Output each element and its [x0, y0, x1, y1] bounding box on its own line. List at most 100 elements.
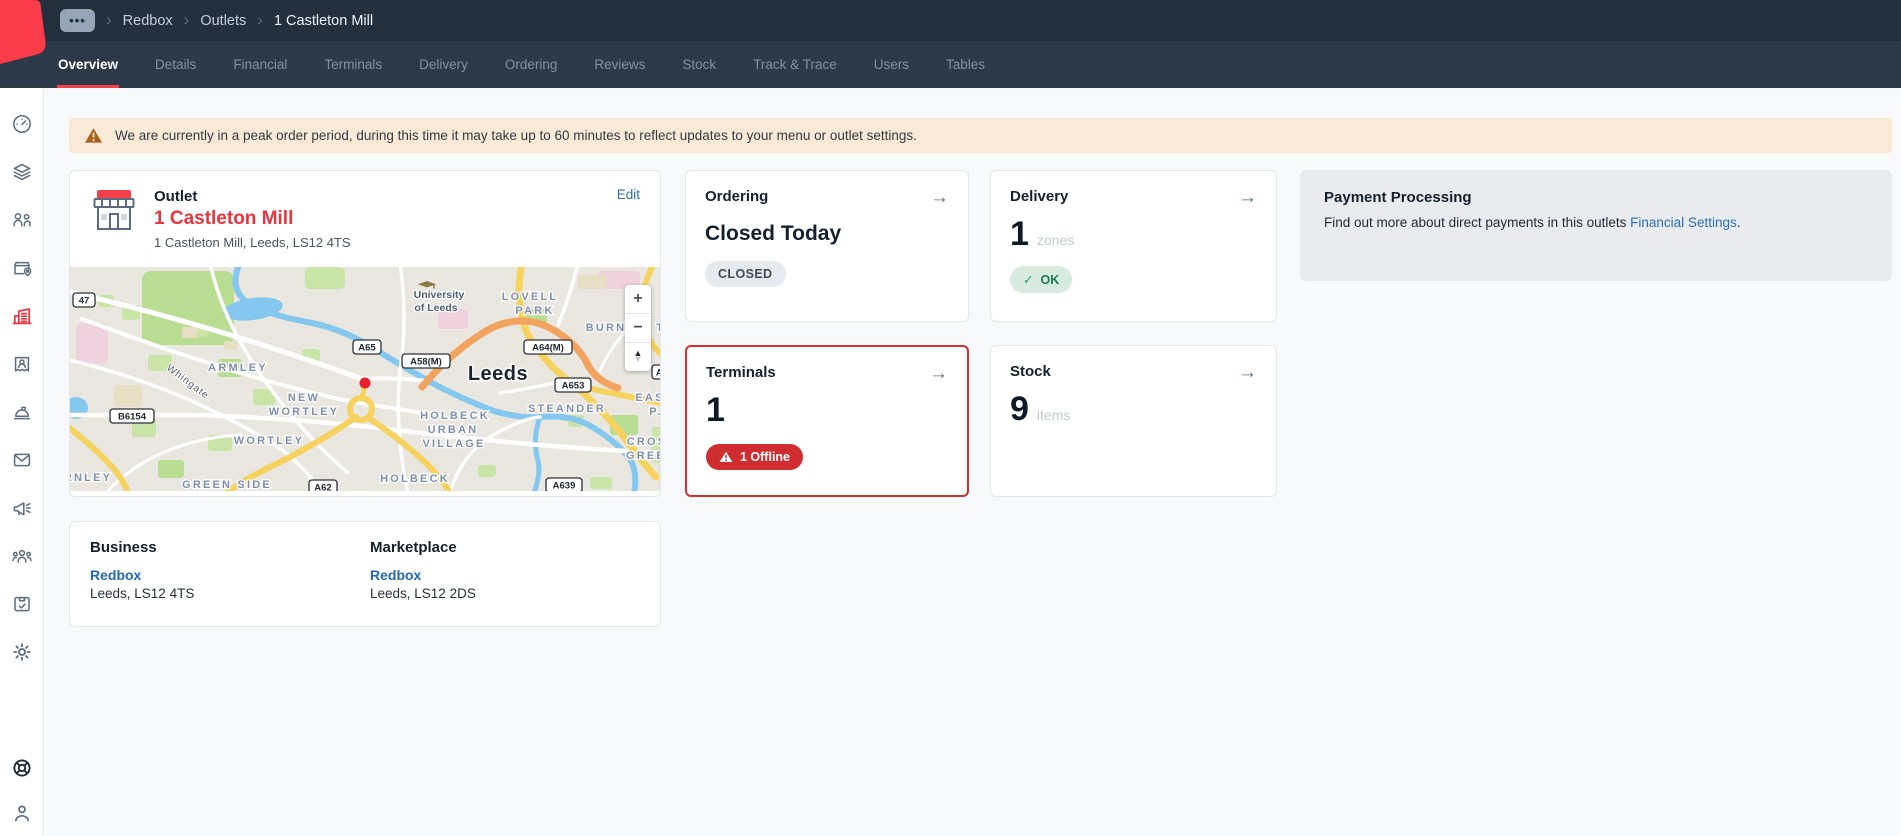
- arrow-right-icon[interactable]: →: [929, 364, 948, 383]
- outlet-tabbar: Overview Details Financial Terminals Del…: [0, 41, 1901, 88]
- stock-card[interactable]: Stock → 9 items: [990, 345, 1277, 497]
- tab-ordering[interactable]: Ordering: [505, 41, 558, 88]
- tab-stock[interactable]: Stock: [682, 41, 716, 88]
- tab-track-trace[interactable]: Track & Trace: [753, 41, 837, 88]
- breadcrumb-menu-button[interactable]: •••: [60, 9, 95, 32]
- svg-text:A639: A639: [553, 481, 576, 492]
- ordering-title: Ordering: [705, 188, 768, 205]
- stock-count: 9: [1010, 391, 1029, 428]
- marketplace-address: Leeds, LS12 2DS: [370, 586, 640, 601]
- business-title: Business: [90, 539, 370, 556]
- business-address: Leeds, LS12 4TS: [90, 586, 370, 601]
- help-lifebuoy-icon[interactable]: [11, 757, 33, 779]
- map-zoom-controls: + − ▲▼: [625, 285, 651, 371]
- svg-text:Leeds: Leeds: [468, 363, 528, 385]
- breadcrumb-current-outlet: 1 Castleton Mill: [274, 13, 373, 29]
- financial-settings-link[interactable]: Financial Settings: [1630, 215, 1737, 230]
- terminals-card[interactable]: Terminals → 1 1 Offline: [685, 345, 969, 497]
- ordering-card[interactable]: Ordering → Closed Today CLOSED: [685, 170, 969, 322]
- marketing-megaphone-icon[interactable]: [11, 497, 33, 519]
- svg-text:A65: A65: [358, 343, 376, 354]
- delivery-zones-unit: zones: [1037, 232, 1074, 248]
- breadcrumb-redbox[interactable]: Redbox: [123, 13, 173, 29]
- dashboard-icon[interactable]: [11, 113, 33, 135]
- map-compass-button[interactable]: ▲▼: [625, 342, 651, 371]
- banner-text: We are currently in a peak order period,…: [115, 128, 917, 143]
- delivery-zones-count: 1: [1010, 216, 1029, 253]
- marketplace-title: Marketplace: [370, 539, 640, 556]
- svg-text:STEANDER: STEANDER: [528, 403, 606, 415]
- breadcrumb-bar: ••• › Redbox › Outlets › 1 Castleton Mil…: [0, 0, 1901, 41]
- map-canvas[interactable]: ARMLEY NEW WORTLEY WORTLEY GREEN SIDE RN…: [70, 267, 661, 491]
- svg-text:B6154: B6154: [118, 412, 147, 423]
- settings-gear-icon[interactable]: [11, 641, 33, 663]
- tab-delivery[interactable]: Delivery: [419, 41, 468, 88]
- arrow-right-icon[interactable]: →: [1238, 188, 1257, 207]
- outlet-map[interactable]: ARMLEY NEW WORTLEY WORTLEY GREEN SIDE RN…: [70, 267, 661, 491]
- breadcrumb-separator-icon: ›: [184, 11, 190, 30]
- svg-text:A64(M): A64(M): [532, 343, 564, 354]
- svg-text:LOVELL: LOVELL: [502, 291, 559, 303]
- warning-triangle-icon: [84, 127, 103, 144]
- map-zoom-in-button[interactable]: +: [625, 285, 651, 313]
- closed-badge: CLOSED: [705, 261, 786, 287]
- stock-title: Stock: [1010, 363, 1051, 380]
- svg-text:P.: P.: [649, 406, 661, 418]
- teams-icon[interactable]: [11, 545, 33, 567]
- tab-overview[interactable]: Overview: [58, 41, 118, 88]
- delivery-card[interactable]: Delivery → 1 zones ✓ OK: [990, 170, 1277, 322]
- outlets-storefront-icon[interactable]: [11, 257, 33, 279]
- svg-text:A6: A6: [656, 368, 661, 379]
- tab-users[interactable]: Users: [874, 41, 909, 88]
- svg-text:WORTLEY: WORTLEY: [234, 435, 304, 447]
- orders-receipt-icon[interactable]: [11, 353, 33, 375]
- terminals-offline-badge: 1 Offline: [706, 444, 803, 470]
- breadcrumb-separator-icon: ›: [257, 11, 263, 30]
- breadcrumb-separator-icon: ›: [106, 11, 112, 30]
- edit-outlet-link[interactable]: Edit: [617, 187, 640, 202]
- account-person-icon[interactable]: [11, 802, 33, 824]
- outlet-address: 1 Castleton Mill, Leeds, LS12 4TS: [154, 235, 351, 250]
- svg-text:RNLEY: RNLEY: [70, 472, 112, 484]
- payment-processing-card: Payment Processing Find out more about d…: [1300, 170, 1892, 281]
- customers-icon[interactable]: [11, 209, 33, 231]
- svg-text:URBAN: URBAN: [428, 424, 479, 436]
- business-marketplace-card: Business Redbox Leeds, LS12 4TS Marketpl…: [69, 521, 661, 627]
- svg-text:HOLBECK: HOLBECK: [420, 410, 490, 422]
- warning-triangle-icon: [719, 451, 733, 463]
- storefront-icon: [90, 188, 138, 232]
- menus-layers-icon[interactable]: [11, 161, 33, 183]
- tab-tables[interactable]: Tables: [946, 41, 985, 88]
- map-zoom-out-button[interactable]: −: [625, 313, 651, 342]
- service-bell-icon[interactable]: [11, 401, 33, 423]
- arrow-right-icon[interactable]: →: [1238, 363, 1257, 382]
- svg-text:A58(M): A58(M): [410, 357, 442, 368]
- tab-terminals[interactable]: Terminals: [324, 41, 382, 88]
- svg-text:EAS: EAS: [635, 392, 661, 404]
- svg-text:GREEN SIDE: GREEN SIDE: [182, 479, 272, 491]
- svg-text:ARMLEY: ARMLEY: [208, 362, 268, 374]
- svg-text:HOLBECK: HOLBECK: [380, 473, 450, 485]
- ordering-status: Closed Today: [705, 222, 949, 246]
- svg-text:GREE: GREE: [626, 450, 661, 462]
- businesses-icon[interactable]: [11, 305, 33, 327]
- reports-check-icon[interactable]: [11, 593, 33, 615]
- check-icon: ✓: [1023, 272, 1033, 287]
- delivery-ok-badge: ✓ OK: [1010, 266, 1072, 293]
- svg-text:University: University: [414, 289, 465, 301]
- messages-icon[interactable]: [11, 449, 33, 471]
- arrow-right-icon[interactable]: →: [930, 188, 949, 207]
- business-link[interactable]: Redbox: [90, 567, 370, 583]
- tab-financial[interactable]: Financial: [233, 41, 287, 88]
- svg-text:47: 47: [79, 296, 90, 307]
- outlet-info: Outlet 1 Castleton Mill 1 Castleton Mill…: [70, 171, 660, 267]
- tab-details[interactable]: Details: [155, 41, 196, 88]
- outlet-card: Outlet 1 Castleton Mill 1 Castleton Mill…: [69, 170, 661, 497]
- svg-text:CROS: CROS: [627, 436, 661, 448]
- map-marker[interactable]: [360, 378, 371, 389]
- svg-text:A653: A653: [562, 381, 585, 392]
- marketplace-link[interactable]: Redbox: [370, 567, 640, 583]
- breadcrumb-outlets[interactable]: Outlets: [200, 13, 246, 29]
- tab-reviews[interactable]: Reviews: [594, 41, 645, 88]
- svg-text:of Leeds: of Leeds: [414, 302, 457, 314]
